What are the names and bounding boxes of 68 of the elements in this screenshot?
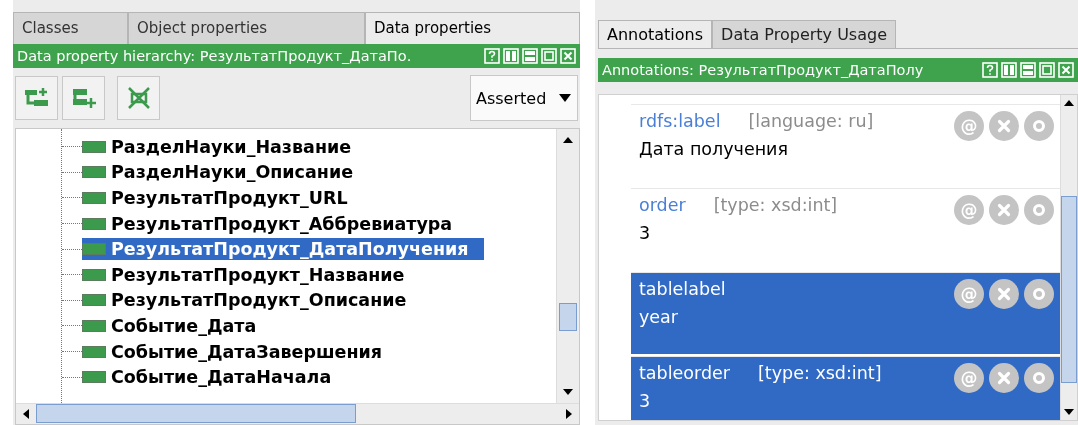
annotation-property: tablelabel [639, 279, 726, 299]
delete-icon[interactable] [989, 279, 1019, 309]
tree-item[interactable]: Событие_Дата [82, 314, 273, 337]
add-sibling-icon [70, 87, 97, 109]
data-property-icon [82, 319, 106, 332]
view-dropdown[interactable]: Asserted [470, 75, 578, 121]
vertical-scrollbar[interactable] [556, 129, 579, 403]
panel-title: Data property hierarchy: РезультатПродукт_ДатаПо. [17, 48, 413, 64]
split-vertical-icon[interactable] [503, 48, 519, 64]
close-icon[interactable] [1058, 62, 1074, 78]
annotation-card[interactable]: tablelabel year @ [631, 272, 1060, 354]
annotation-card[interactable]: tableorder [type: xsd:int] 3 @ [631, 356, 1060, 420]
split-horizontal-icon[interactable] [522, 48, 538, 64]
annotation-qualifier: [type: xsd:int] [758, 363, 882, 383]
data-property-icon [82, 268, 106, 281]
tree-item[interactable]: РазделНауки_Название [82, 135, 368, 158]
scroll-thumb[interactable] [1061, 196, 1077, 383]
data-property-icon [82, 166, 106, 179]
tree-item[interactable]: Событие_ДатаЗавершения [82, 340, 399, 363]
scroll-thumb[interactable] [36, 404, 356, 423]
crossed-out-icon [126, 86, 151, 110]
tree-item[interactable]: РезультатПродукт_Название [82, 263, 421, 286]
delete-icon[interactable] [989, 363, 1019, 393]
tab[interactable]: Object properties [128, 12, 365, 44]
split-vertical-icon[interactable] [1001, 62, 1017, 78]
split-horizontal-icon[interactable] [1020, 62, 1036, 78]
help-icon[interactable] [484, 48, 500, 64]
tab[interactable]: Data Property Usage [712, 20, 896, 48]
annotation-property: order [639, 195, 686, 215]
annotation-value: Дата получения [639, 139, 789, 159]
horizontal-scrollbar[interactable] [16, 403, 579, 424]
add-subproperty-icon [23, 87, 50, 109]
close-icon[interactable] [560, 48, 576, 64]
caret-icon [559, 94, 571, 102]
maximize-icon[interactable] [1039, 62, 1055, 78]
vertical-scrollbar[interactable] [1060, 95, 1077, 420]
scroll-thumb[interactable] [559, 303, 577, 331]
tree-item[interactable]: РезультатПродукт_URL [82, 187, 364, 209]
data-property-icon [82, 217, 106, 230]
tab[interactable]: Classes [13, 12, 128, 44]
data-property-icon [82, 243, 106, 256]
data-property-icon [82, 140, 106, 153]
annotation-property: rdfs:label [639, 111, 721, 131]
panel-title: Annotations: РезультатПродукт_ДатаПолу [602, 62, 925, 78]
data-property-icon [82, 192, 106, 204]
data-property-icon [82, 345, 106, 358]
tab[interactable]: Annotations [598, 20, 713, 48]
annotation-value: 3 [639, 391, 652, 411]
tree-item[interactable]: Событие_ДатаНачала [82, 366, 348, 389]
help-icon[interactable] [982, 62, 998, 78]
data-property-icon [82, 371, 106, 384]
maximize-icon[interactable] [541, 48, 557, 64]
ring-icon[interactable] [1024, 279, 1054, 309]
tree-item[interactable]: РезультатПродукт_Описание [82, 289, 423, 312]
annotation-qualifier: [type: xsd:int] [713, 195, 838, 215]
annotation-qualifier: [language: ru] [748, 111, 874, 131]
annotation-property: tableorder [639, 363, 730, 383]
tree-item[interactable]: РезультатПродукт_Аббревиатура [82, 212, 469, 235]
add-subproperty-button[interactable] [15, 76, 58, 120]
tree-item[interactable]: РезультатПродукт_ДатаПолучения [82, 238, 485, 261]
add-sibling-button[interactable] [62, 76, 105, 120]
ring-icon[interactable] [1024, 363, 1054, 393]
annotation-value: 3 [639, 223, 652, 243]
tree-item[interactable]: РазделНауки_Описание [82, 161, 369, 184]
data-property-icon [82, 294, 106, 307]
annotation-value: year [639, 307, 680, 327]
delete-button[interactable] [117, 76, 160, 120]
tab[interactable]: Data properties [365, 12, 580, 44]
